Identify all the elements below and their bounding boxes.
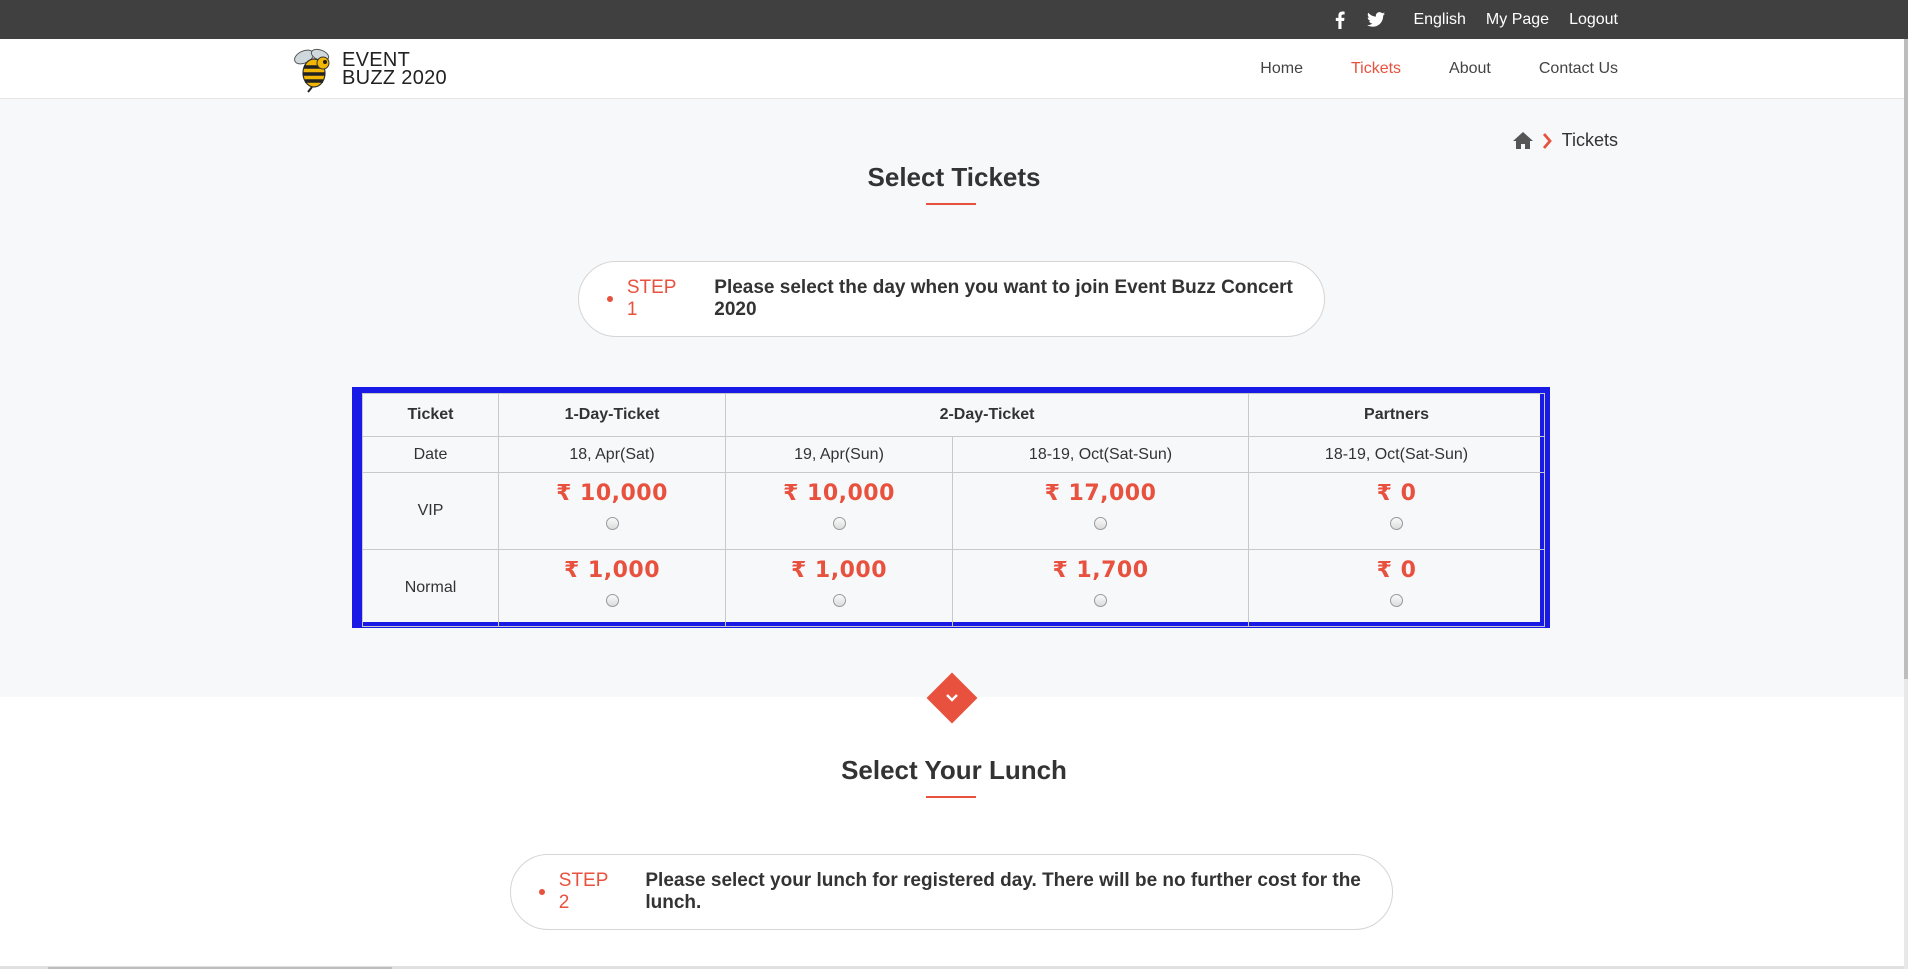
header-ticket: Ticket [362, 393, 499, 437]
chevron-down-icon[interactable] [942, 688, 962, 708]
header-1-day-ticket: 1-Day-Ticket [498, 393, 726, 437]
table-header-row: Ticket 1-Day-Ticket 2-Day-Ticket Partner… [362, 393, 1546, 437]
facebook-icon[interactable] [1331, 11, 1349, 29]
price-value: ₹ 17,000 [1044, 481, 1157, 506]
price-cell: ₹ 17,000 [951, 472, 1250, 550]
price-value: ₹ 10,000 [556, 481, 668, 506]
title-underline [926, 203, 976, 205]
title-underline [926, 796, 976, 798]
ticket-radio[interactable] [832, 594, 846, 607]
table-row-normal: Normal ₹ 1,000 ₹ 1,000 ₹ 1,700 ₹ 0 [362, 549, 1546, 627]
date-cell: 18, Apr(Sat) [498, 436, 726, 473]
header-partners: Partners [1248, 393, 1546, 437]
home-icon[interactable] [1512, 131, 1534, 150]
my-page-link[interactable]: My Page [1486, 11, 1549, 29]
ticket-table: Ticket 1-Day-Ticket 2-Day-Ticket Partner… [352, 387, 1550, 628]
nav-tickets[interactable]: Tickets [1351, 60, 1401, 78]
page-title: Select Tickets [867, 162, 1041, 192]
price-cell: ₹ 10,000 [725, 472, 953, 550]
breadcrumb-current: Tickets [1561, 130, 1618, 150]
step-1-label: STEP 1 [626, 277, 677, 320]
price-cell: ₹ 1,700 [951, 549, 1250, 627]
nav-menu: Home Tickets About Contact Us [1212, 39, 1618, 99]
ticket-radio[interactable] [1094, 594, 1107, 607]
price-cell: ₹ 1,000 [498, 549, 726, 627]
nav-about[interactable]: About [1449, 60, 1491, 78]
nav-contact-us[interactable]: Contact Us [1539, 60, 1618, 78]
price-cell: ₹ 1,000 [725, 549, 953, 627]
logout-link[interactable]: Logout [1569, 11, 1618, 29]
ticket-radio[interactable] [1094, 517, 1107, 530]
date-cell: 18-19, Oct(Sat-Sun) [1248, 436, 1546, 473]
step-2-text: Please select your lunch for registered … [645, 870, 1361, 913]
price-cell: ₹ 0 [1248, 472, 1546, 550]
price-value: ₹ 1,000 [790, 558, 888, 583]
ticket-radio[interactable] [832, 517, 846, 530]
ticket-radio[interactable] [1390, 517, 1404, 530]
brand-name: EVENT BUZZ 2020 [342, 50, 447, 89]
price-value: ₹ 1,700 [1052, 558, 1149, 583]
bullet-dot [607, 296, 613, 302]
date-label: Date [362, 436, 499, 473]
price-value: ₹ 1,000 [563, 558, 661, 583]
chevron-right-icon [1542, 132, 1552, 149]
price-value: ₹ 0 [1376, 481, 1417, 506]
price-cell: ₹ 0 [1248, 549, 1546, 627]
ticket-radio[interactable] [605, 517, 619, 530]
step-2-label: STEP 2 [558, 870, 609, 913]
bullet-dot [539, 889, 545, 895]
date-cell: 18-19, Oct(Sat-Sun) [951, 436, 1250, 473]
main-navbar: EVENT BUZZ 2020 Home Tickets About Conta… [0, 39, 1908, 99]
language-link[interactable]: English [1413, 11, 1465, 29]
step-2-banner: STEP 2 Please select your lunch for regi… [510, 854, 1393, 930]
ticket-radio[interactable] [1390, 594, 1404, 607]
top-bar: English My Page Logout [0, 0, 1908, 39]
step-1-text: Please select the day when you want to j… [714, 277, 1293, 320]
table-row-vip: VIP ₹ 10,000 ₹ 10,000 ₹ 17,000 ₹ 0 [362, 472, 1546, 550]
row-label-vip: VIP [362, 472, 499, 550]
twitter-icon[interactable] [1367, 11, 1386, 29]
price-value: ₹ 10,000 [783, 481, 895, 506]
price-value: ₹ 0 [1376, 558, 1417, 583]
ticket-radio[interactable] [605, 594, 619, 607]
step-1-banner: STEP 1 Please select the day when you wa… [578, 261, 1325, 337]
header-2-day-ticket: 2-Day-Ticket [724, 393, 1250, 437]
table-row: Date 18, Apr(Sat) 19, Apr(Sun) 18-19, Oc… [362, 436, 1546, 473]
scrollbar-thumb[interactable] [1904, 39, 1908, 679]
breadcrumb: Tickets [1512, 130, 1618, 151]
nav-home[interactable]: Home [1260, 60, 1303, 78]
site-logo[interactable]: EVENT BUZZ 2020 [290, 45, 447, 93]
price-cell: ₹ 10,000 [498, 472, 726, 550]
row-label-normal: Normal [362, 549, 499, 627]
lunch-section-title: Select Your Lunch [841, 755, 1067, 785]
bee-logo-icon [294, 48, 330, 93]
date-cell: 19, Apr(Sun) [725, 436, 953, 473]
brand-line-2: BUZZ 2020 [342, 67, 447, 89]
